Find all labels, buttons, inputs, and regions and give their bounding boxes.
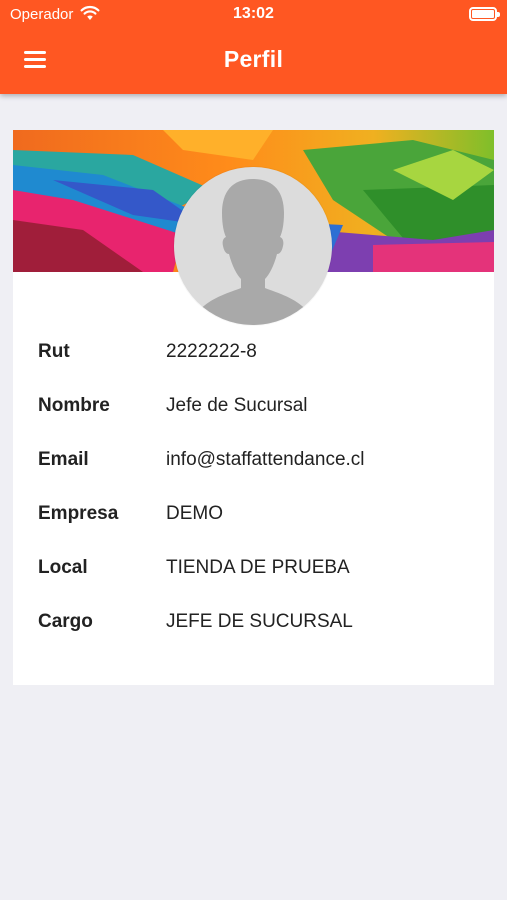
local-value: TIENDA DE PRUEBA xyxy=(166,557,350,578)
empresa-label: Empresa xyxy=(38,503,119,524)
battery-icon xyxy=(469,7,500,21)
detail-row-local: Local TIENDA DE PRUEBA xyxy=(13,542,494,596)
nombre-value: Jefe de Sucursal xyxy=(166,395,308,416)
detail-row-email: Email info@staffattendance.cl xyxy=(13,434,494,488)
page-title: Perfil xyxy=(223,46,284,72)
email-value: info@staffattendance.cl xyxy=(166,449,365,470)
rut-value: 2222222-8 xyxy=(166,341,257,362)
detail-row-cargo: Cargo JEFE DE SUCURSAL xyxy=(13,596,494,650)
status-bar: Operador 13:02 xyxy=(0,0,507,30)
empresa-value: DEMO xyxy=(166,503,223,524)
profile-details: Rut 2222222-8 Nombre Jefe de Sucursal Em… xyxy=(13,326,494,650)
app-bar: Operador 13:02 Perfil xyxy=(0,0,507,94)
default-user-silhouette-icon xyxy=(190,179,316,325)
detail-row-rut: Rut 2222222-8 xyxy=(13,326,494,380)
cargo-label: Cargo xyxy=(38,611,93,632)
rut-label: Rut xyxy=(38,341,70,362)
detail-row-nombre: Nombre Jefe de Sucursal xyxy=(13,380,494,434)
local-label: Local xyxy=(38,557,88,578)
nombre-label: Nombre xyxy=(38,395,110,416)
cargo-value: JEFE DE SUCURSAL xyxy=(166,611,353,632)
status-time: 13:02 xyxy=(233,5,274,22)
email-label: Email xyxy=(38,449,89,470)
avatar xyxy=(174,167,332,325)
profile-card: Rut 2222222-8 Nombre Jefe de Sucursal Em… xyxy=(13,130,494,685)
detail-row-empresa: Empresa DEMO xyxy=(13,488,494,542)
